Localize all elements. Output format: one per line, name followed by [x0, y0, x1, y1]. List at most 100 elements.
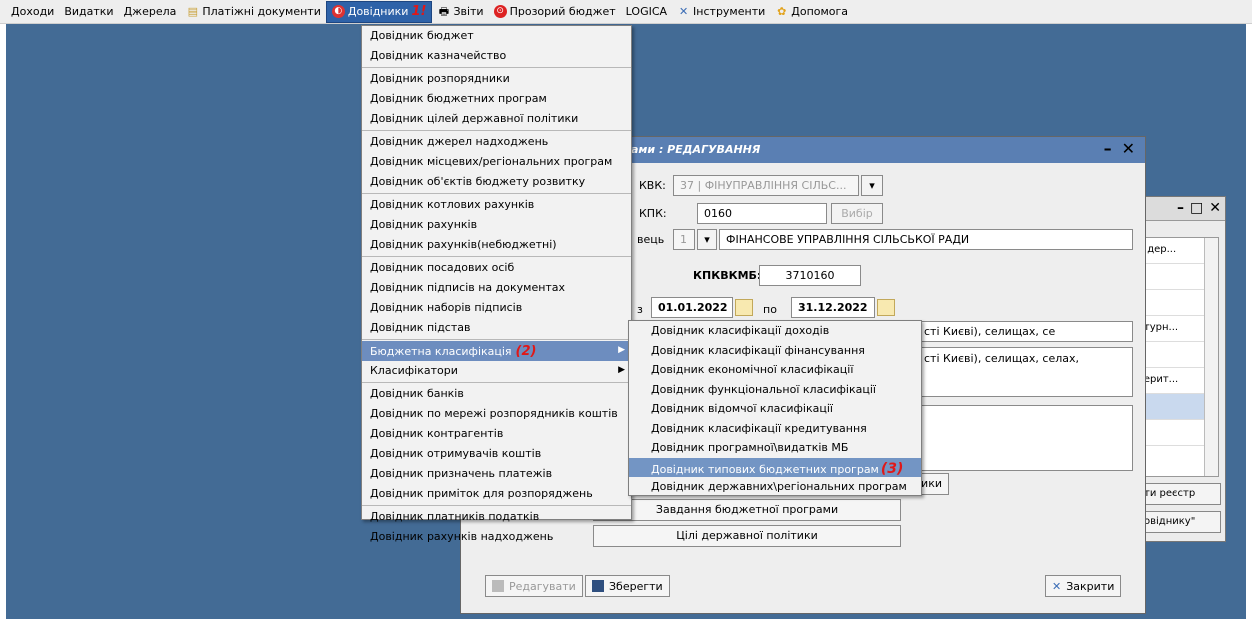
menu-item[interactable]: Довідник рахунків надходжень — [362, 527, 631, 547]
menu-sources[interactable]: Джерела — [119, 1, 182, 23]
executor-label: вець — [637, 233, 665, 246]
menu-item[interactable]: Довідник об'єктів бюджету розвитку — [362, 172, 631, 192]
annotation-3: (3) — [880, 460, 904, 477]
menu-separator — [362, 67, 631, 68]
menu-expenses[interactable]: Видатки — [59, 1, 118, 23]
menu-item[interactable]: Довідник рахунків — [362, 215, 631, 235]
menu-separator — [362, 256, 631, 257]
menu-item[interactable]: Довідник казначейство — [362, 46, 631, 66]
submenu-item[interactable]: Довідник класифікації фінансування — [629, 341, 921, 361]
menu-item[interactable]: Довідник котлових рахунків — [362, 195, 631, 215]
menu-item[interactable]: Довідник розпорядники — [362, 69, 631, 89]
date-from-label: з — [637, 303, 643, 316]
menu-item[interactable]: Довідник цілей державної політики — [362, 109, 631, 129]
menu-logica[interactable]: LOGICA — [621, 1, 672, 23]
tasks-button[interactable]: Завдання бюджетної програми — [593, 499, 901, 521]
submenu-arrow-icon: ▶ — [618, 365, 625, 375]
close-icon[interactable]: ✕ — [1209, 200, 1221, 216]
menu-item[interactable]: Довідник банків — [362, 384, 631, 404]
executor-name[interactable]: ФІНАНСОВЕ УПРАВЛІННЯ СІЛЬСЬКОЇ РАДИ — [719, 229, 1133, 250]
kpkvkmb-value: 3710160 — [759, 265, 861, 286]
menu-item-budget-classification[interactable]: Бюджетна класифікація (2) ▶ — [362, 341, 631, 361]
kpk-label: КПК: — [639, 207, 667, 220]
submenu-arrow-icon: ▶ — [618, 345, 625, 355]
menu-reports[interactable]: 🖶 Звіти — [432, 1, 488, 23]
documents-icon: ▤ — [187, 5, 199, 18]
chevron-down-icon[interactable]: ▾ — [697, 229, 717, 250]
menu-item[interactable]: Довідник отримувачів коштів — [362, 444, 631, 464]
maximize-icon[interactable]: □ — [1190, 200, 1203, 216]
menu-separator — [362, 339, 631, 340]
executor-number[interactable]: 1 — [673, 229, 695, 250]
menu-help[interactable]: ✿ Допомога — [770, 1, 853, 23]
menu-item[interactable]: Довідник джерел надходжень — [362, 132, 631, 152]
menu-bar: Доходи Видатки Джерела ▤ Платіжні докумен… — [0, 0, 1252, 24]
close-button[interactable]: ✕ Закрити — [1045, 575, 1122, 597]
edit-button[interactable]: Редагувати — [485, 575, 583, 597]
submenu-item-typical-programs[interactable]: Довідник типових бюджетних програм (3) — [629, 457, 921, 477]
menu-item-classifiers[interactable]: Класифікатори ▶ — [362, 361, 631, 381]
submenu-item[interactable]: Довідник класифікації доходів — [629, 321, 921, 341]
submenu-item[interactable]: Довідник відомчої класифікації — [629, 399, 921, 419]
menu-item[interactable]: Довідник рахунків(небюджетні) — [362, 235, 631, 255]
directory-icon: ◐ — [331, 5, 345, 18]
menu-item[interactable]: Довідник контрагентів — [362, 424, 631, 444]
minimize-icon[interactable]: – — [1104, 139, 1112, 158]
submenu-item[interactable]: Довідник класифікації кредитування — [629, 419, 921, 439]
registry-button[interactable]: ти реєстр — [1137, 483, 1221, 505]
menu-separator — [362, 130, 631, 131]
floppy-icon — [592, 580, 604, 592]
chevron-down-icon[interactable]: ▾ — [861, 175, 883, 196]
submenu-item[interactable]: Довідник державних\регіональних програм — [629, 477, 921, 497]
menu-transparent-budget[interactable]: ⊙ Прозорий бюджет — [489, 1, 621, 23]
menu-item[interactable]: Довідник призначень платежів — [362, 464, 631, 484]
window-title: ами : РЕДАГУВАННЯ — [631, 143, 761, 156]
scrollbar[interactable] — [1204, 238, 1218, 476]
menu-item[interactable]: Довідник бюджет — [362, 26, 631, 46]
kvk-select[interactable]: 37 | ФІНУПРАВЛІННЯ СІЛЬС... — [673, 175, 859, 196]
kvk-label: КВК: — [639, 179, 666, 192]
menu-tools[interactable]: ✕ Інструменти — [672, 1, 770, 23]
help-icon: ✿ — [777, 5, 787, 18]
close-icon[interactable]: ✕ — [1122, 139, 1135, 158]
transparent-budget-icon: ⊙ — [493, 5, 507, 18]
tools-icon: ✕ — [678, 5, 689, 18]
kpk-input[interactable]: 0160 — [697, 203, 827, 224]
submenu-item[interactable]: Довідник програмної\видатків МБ — [629, 438, 921, 458]
menu-item[interactable]: Довідник підстав — [362, 318, 631, 338]
menu-item[interactable]: Довідник посадових осіб — [362, 258, 631, 278]
calendar-icon[interactable] — [735, 299, 753, 316]
menu-item[interactable]: Довідник бюджетних програм — [362, 89, 631, 109]
menu-item[interactable]: Довідник по мережі розпорядників коштів — [362, 404, 631, 424]
menu-item[interactable]: Довідник підписів на документах — [362, 278, 631, 298]
directories-menu: Довідник бюджет Довідник казначейство До… — [361, 25, 632, 543]
date-to-input[interactable]: 31.12.2022 — [791, 297, 875, 318]
menu-payment-docs[interactable]: ▤ Платіжні документи — [181, 1, 325, 23]
menu-item[interactable]: Довідник приміток для розпоряджень — [362, 484, 631, 504]
directory-button[interactable]: овіднику" — [1137, 511, 1221, 533]
menu-separator — [362, 505, 631, 506]
menu-directories[interactable]: ◐ Довідники 1! — [325, 0, 433, 23]
submenu-item[interactable]: Довідник функціональної класифікації — [629, 380, 921, 400]
menu-item[interactable]: Довідник платників податків — [362, 507, 631, 527]
budget-classification-submenu: Довідник класифікації доходів Довідник к… — [628, 320, 922, 496]
kpkvkmb-label: КПКВКМБ: — [693, 269, 762, 282]
calendar-icon[interactable] — [877, 299, 895, 316]
menu-item[interactable]: Довідник наборів підписів — [362, 298, 631, 318]
menu-separator — [362, 193, 631, 194]
annotation-1: 1! — [411, 4, 427, 19]
date-to-label: по — [763, 303, 777, 316]
background-list[interactable]: я дер... ьтурн... терит... — [1135, 237, 1219, 477]
goals-button[interactable]: Цілі державної політики — [593, 525, 901, 547]
menu-item[interactable]: Довідник місцевих/регіональних програм — [362, 152, 631, 172]
annotation-2: (2) — [515, 344, 537, 359]
menu-incomes[interactable]: Доходи — [6, 1, 59, 23]
submenu-item[interactable]: Довідник економічної класифікації — [629, 360, 921, 380]
edit-icon — [492, 580, 504, 592]
printer-icon: 🖶 — [438, 5, 450, 18]
choose-button[interactable]: Вибір — [831, 203, 883, 224]
date-from-input[interactable]: 01.01.2022 — [651, 297, 733, 318]
save-button[interactable]: Зберегти — [585, 575, 670, 597]
minimize-icon[interactable]: – — [1177, 200, 1184, 216]
close-tools-icon: ✕ — [1052, 579, 1062, 593]
